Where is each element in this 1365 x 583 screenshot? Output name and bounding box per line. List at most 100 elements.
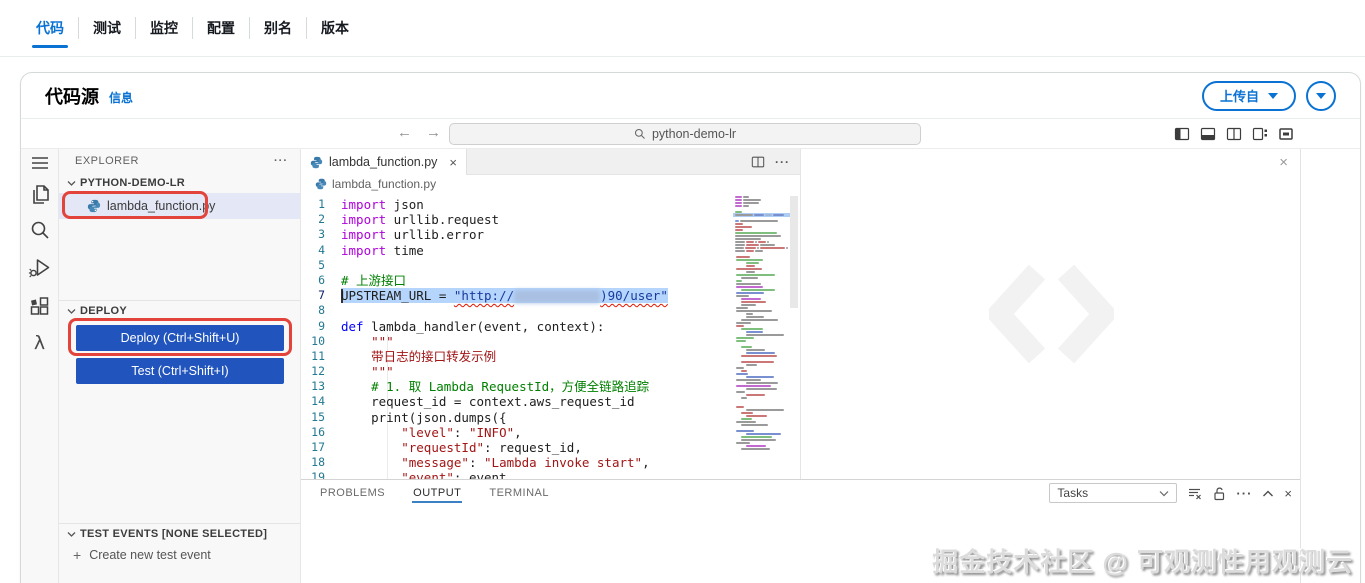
minimap-line (735, 373, 788, 375)
minimap-line (735, 220, 788, 222)
collapse-button[interactable] (1306, 80, 1336, 111)
explorer-files-icon[interactable] (28, 183, 52, 207)
line-number: 1 (318, 197, 325, 211)
panel-more-icon[interactable]: ··· (1236, 486, 1252, 501)
minimap-line (735, 409, 788, 411)
extensions-icon[interactable] (28, 295, 51, 318)
empty-editor-pane: × (801, 149, 1300, 479)
nav-tab-2[interactable]: 测试 (79, 0, 135, 56)
line-number: 7 (318, 288, 325, 303)
minimap-line (735, 406, 788, 408)
line-number: 2 (318, 212, 325, 227)
search-sidebar-icon[interactable] (29, 219, 51, 241)
code-line-2: 2 import urllib.request (301, 212, 800, 227)
minimap-line (735, 274, 788, 276)
panel-tab-output[interactable]: OUTPUT (412, 483, 463, 503)
code-editor[interactable]: 1 import json 2 import urllib.request 3 impor… (301, 193, 800, 479)
history-back-icon[interactable]: ← (397, 124, 412, 141)
minimap-line (735, 433, 788, 435)
lambda-console-screen: 代码 测试 监控 配置 别名 版本 代码源 信息 上传自 ← → python-… (0, 0, 1365, 583)
minimap-line (735, 442, 788, 444)
minimap-line (735, 259, 788, 261)
upload-from-button[interactable]: 上传自 (1201, 80, 1296, 111)
tab-close-icon[interactable]: × (449, 155, 457, 170)
explorer-more-icon[interactable]: ··· (274, 155, 288, 167)
test-button[interactable]: Test (Ctrl+Shift+I) (76, 358, 284, 384)
minimap-line (735, 364, 788, 366)
command-center-search[interactable]: python-demo-lr (449, 123, 921, 145)
plus-icon: + (73, 547, 82, 563)
minimap-line (735, 304, 788, 306)
nav-tab-4[interactable]: 配置 (193, 0, 249, 56)
line-number: 17 (311, 440, 325, 454)
workspace-folder-row[interactable]: PYTHON-DEMO-LR (59, 173, 300, 193)
close-icon[interactable]: × (1279, 154, 1288, 171)
minimap-line (735, 286, 788, 288)
minimap-line (735, 301, 788, 303)
line-number: 11 (311, 348, 325, 363)
panel-tab-terminal[interactable]: TERMINAL (488, 483, 550, 503)
editor-scrollbar[interactable] (788, 193, 800, 479)
create-test-event[interactable]: + Create new test event (59, 544, 300, 566)
split-editor-icon[interactable] (1226, 126, 1242, 142)
nav-tab-5[interactable]: 别名 (250, 0, 306, 56)
line-number: 9 (318, 318, 325, 333)
function-nav-tabs: 代码 测试 监控 配置 别名 版本 (0, 0, 1365, 57)
run-debug-icon[interactable] (28, 256, 51, 279)
customize-layout-icon[interactable] (1252, 126, 1268, 142)
minimap-line (735, 400, 788, 402)
deploy-section-header[interactable]: DEPLOY (59, 301, 300, 321)
minimap-line (735, 322, 788, 324)
tab-lambda-function[interactable]: lambda_function.py × (301, 149, 467, 175)
code-source-card: 代码源 信息 上传自 ← → python-demo-lr λ EXPLORER… (20, 72, 1361, 583)
fullscreen-icon[interactable] (1278, 126, 1294, 142)
minimap-line (735, 316, 788, 318)
clear-output-icon[interactable] (1187, 486, 1202, 501)
aws-lambda-icon[interactable]: λ (34, 332, 45, 354)
minimap-line (735, 217, 788, 219)
menu-icon[interactable] (31, 156, 49, 170)
minimap-line (735, 199, 788, 201)
minimap-line (735, 229, 788, 231)
search-icon (634, 128, 645, 139)
minimap-line (735, 241, 788, 243)
python-file-icon (315, 178, 327, 190)
unlock-icon[interactable] (1212, 486, 1226, 501)
nav-tab-1[interactable]: 代码 (22, 0, 78, 56)
panel-maximize-icon[interactable] (1262, 489, 1274, 498)
line-number: 14 (311, 394, 325, 409)
editor-region: lambda_function.py × ··· lambda_function… (301, 149, 1301, 583)
chevron-down-icon (67, 532, 76, 537)
minimap-line (735, 376, 788, 378)
toggle-sidebar-icon[interactable] (1174, 126, 1190, 142)
split-editor-icon[interactable] (751, 155, 765, 169)
panel-close-icon[interactable]: × (1284, 486, 1292, 501)
nav-tab-6[interactable]: 版本 (307, 0, 363, 56)
editor-more-icon[interactable]: ··· (775, 155, 790, 169)
panel-tab-problems[interactable]: PROBLEMS (319, 483, 386, 503)
minimap-line (735, 427, 788, 429)
toggle-panel-icon[interactable] (1200, 126, 1216, 142)
deploy-button[interactable]: Deploy (Ctrl+Shift+U) (76, 325, 284, 351)
search-value: python-demo-lr (651, 127, 737, 141)
output-channel-select[interactable]: Tasks (1049, 483, 1178, 503)
breadcrumb[interactable]: lambda_function.py (301, 175, 800, 193)
file-row-lambda-function[interactable]: lambda_function.py (59, 193, 300, 219)
python-file-icon (87, 199, 101, 213)
create-test-event-label: Create new test event (89, 548, 211, 562)
minimap-line (735, 253, 788, 255)
nav-tab-3[interactable]: 监控 (136, 0, 192, 56)
minimap[interactable] (733, 196, 790, 479)
info-link[interactable]: 信息 (109, 89, 133, 106)
minimap-line (735, 232, 788, 234)
scrollbar-thumb[interactable] (790, 196, 798, 308)
test-events-header[interactable]: TEST EVENTS [NONE SELECTED] (59, 524, 300, 544)
line-number: 5 (318, 257, 325, 272)
line-number: 12 (311, 364, 325, 379)
minimap-line (735, 298, 788, 300)
history-forward-icon[interactable]: → (426, 124, 441, 141)
python-file-icon (310, 156, 323, 168)
minimap-line (735, 277, 788, 279)
line-number: 3 (318, 227, 325, 242)
code-line-9: 9 def lambda_handler(event, context): (301, 319, 800, 334)
